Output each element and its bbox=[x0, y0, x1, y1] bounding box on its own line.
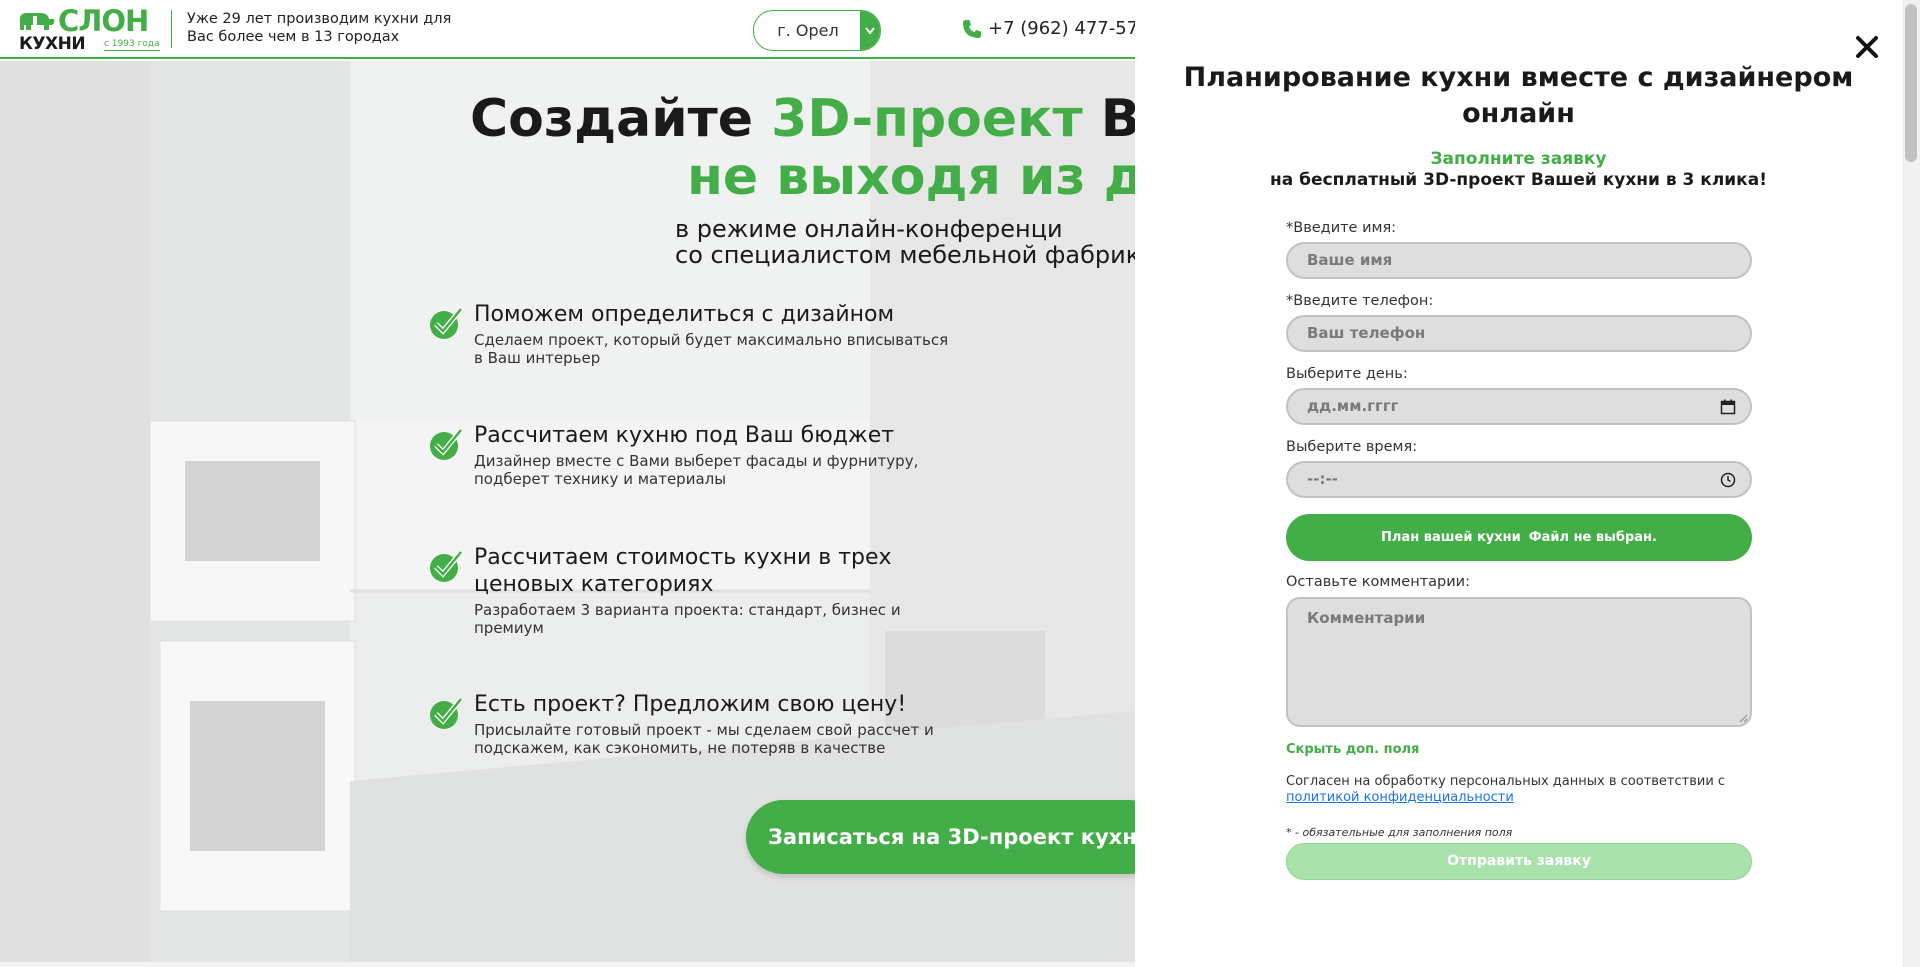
hero-subtitle-line1: в режиме онлайн-конференци bbox=[675, 215, 1063, 243]
phone-label: *Введите телефон: bbox=[1286, 293, 1434, 309]
date-input[interactable]: дд.мм.гггг bbox=[1286, 388, 1752, 425]
hero-title-part1: Создайте bbox=[470, 89, 772, 149]
submit-request-button[interactable]: Отправить заявку bbox=[1286, 843, 1752, 880]
logo-text: СЛОН bbox=[58, 4, 149, 38]
calendar-icon[interactable] bbox=[1720, 399, 1736, 415]
comments-textarea[interactable]: Комментарии bbox=[1286, 597, 1752, 727]
hide-extra-fields-link[interactable]: Скрыть доп. поля bbox=[1286, 742, 1419, 757]
feature-title: Рассчитаем кухню под Ваш бюджет bbox=[474, 423, 895, 448]
city-name: г. Орел bbox=[777, 21, 839, 40]
city-select[interactable]: г. Орел bbox=[753, 10, 881, 51]
scrollbar-thumb[interactable] bbox=[1905, 4, 1917, 162]
modal-title: Планирование кухни вместе с дизайнером о… bbox=[1183, 62, 1854, 129]
consent-text: Согласен на обработку персональных данны… bbox=[1286, 774, 1726, 806]
feature-title: Поможем определиться с дизайном bbox=[474, 302, 895, 327]
hero-title: Создайте 3D-проект Ваш bbox=[470, 89, 1135, 149]
feature-title: Есть проект? Предложим свою цену! bbox=[474, 692, 907, 717]
kitchen-plan-file-input[interactable]: План вашей кухни Файл не выбран. bbox=[1286, 514, 1752, 561]
close-icon[interactable] bbox=[1852, 32, 1882, 62]
phone-icon bbox=[963, 19, 981, 38]
hero-subtitle-line2: со специалистом мебельной фабрик bbox=[675, 241, 1135, 269]
bottom-edge bbox=[0, 962, 1135, 967]
consent-prefix: Согласен на обработку персональных данны… bbox=[1286, 774, 1726, 789]
feature-title: Рассчитаем стоимость кухни в трех ценовы… bbox=[474, 545, 892, 597]
phone-link[interactable]: +7 (962) 477-57-2 bbox=[962, 18, 1135, 39]
check-icon bbox=[430, 697, 463, 729]
comments-label: Оставьте комментарии: bbox=[1286, 574, 1470, 590]
request-modal: Планирование кухни вместе с дизайнером о… bbox=[1135, 0, 1902, 967]
time-label: Выберите время: bbox=[1286, 439, 1418, 455]
scrollbar[interactable] bbox=[1902, 0, 1920, 967]
chevron-down-icon bbox=[860, 11, 880, 50]
upload-label: План вашей кухни bbox=[1381, 530, 1521, 545]
privacy-policy-link[interactable]: политикой конфиденциальности bbox=[1286, 790, 1514, 805]
logo-subtext: КУХНИ bbox=[19, 34, 86, 54]
phone-number: +7 (962) 477-57-2 bbox=[988, 18, 1135, 39]
time-placeholder: --:-- bbox=[1307, 470, 1338, 488]
check-icon bbox=[430, 550, 463, 582]
hero-title-line2: не выходя из до bbox=[687, 147, 1135, 207]
clock-icon[interactable] bbox=[1720, 472, 1736, 488]
modal-subtitle-green: Заполните заявку bbox=[1430, 149, 1607, 169]
feature-text: Сделаем проект, который будет максимальн… bbox=[474, 331, 949, 367]
feature-text: Дизайнер вместе с Вами выберет фасады и … bbox=[474, 452, 919, 488]
elephant-icon bbox=[20, 13, 55, 30]
phone-input[interactable]: Ваш телефон bbox=[1286, 315, 1752, 352]
viewport: СЛОН КУХНИ с 1993 года Уже 29 лет произв… bbox=[0, 0, 1920, 967]
feature-text: Разработаем 3 варианта проекта: стандарт… bbox=[474, 601, 901, 637]
day-label: Выберите день: bbox=[1286, 366, 1408, 382]
modal-subtitle: на бесплатный 3D-проект Вашей кухни в 3 … bbox=[1270, 170, 1767, 190]
signup-3d-button[interactable]: Записаться на 3D-проект кухни bbox=[746, 800, 1135, 874]
landing-page: СЛОН КУХНИ с 1993 года Уже 29 лет произв… bbox=[0, 0, 1135, 967]
site-header: СЛОН КУХНИ с 1993 года Уже 29 лет произв… bbox=[0, 0, 1135, 59]
logo[interactable]: СЛОН КУХНИ с 1993 года bbox=[18, 4, 160, 54]
tagline: Уже 29 лет производим кухни для Вас боле… bbox=[187, 11, 452, 45]
feature-text: Присылайте готовый проект - мы сделаем с… bbox=[474, 721, 934, 757]
upload-status: Файл не выбран. bbox=[1528, 530, 1657, 545]
time-input[interactable]: --:-- bbox=[1286, 461, 1752, 498]
required-note: * - обязательные для заполнения поля bbox=[1286, 826, 1513, 839]
date-placeholder: дд.мм.гггг bbox=[1307, 397, 1399, 415]
logo-since: с 1993 года bbox=[104, 39, 160, 51]
name-label: *Введите имя: bbox=[1286, 220, 1397, 236]
hero-title-part2: Ваш bbox=[1100, 89, 1135, 149]
check-icon bbox=[430, 428, 463, 460]
hero-title-green: 3D-проект bbox=[771, 89, 1083, 149]
header-divider bbox=[171, 10, 172, 48]
hero-section: Создайте 3D-проект Ваш не выходя из до в… bbox=[0, 61, 1135, 967]
name-input[interactable]: Ваше имя bbox=[1286, 242, 1752, 279]
comments-placeholder: Комментарии bbox=[1307, 609, 1426, 627]
check-icon bbox=[430, 307, 463, 339]
resize-grip-icon[interactable] bbox=[1738, 713, 1748, 723]
